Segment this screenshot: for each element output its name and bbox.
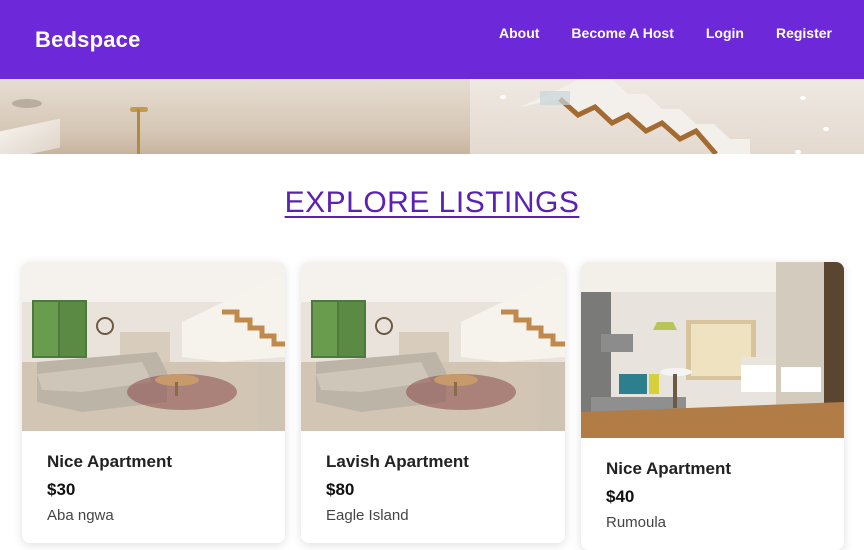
listing-location: Aba ngwa [47, 507, 114, 524]
nav-become-host-link[interactable]: Become A Host [571, 25, 673, 41]
listing-photo [581, 262, 844, 438]
listing-card[interactable]: Nice Apartment $40 Rumoula [581, 262, 844, 550]
listing-location: Eagle Island [326, 507, 409, 524]
nav-login-link[interactable]: Login [706, 25, 744, 41]
listing-card[interactable]: Lavish Apartment $80 Eagle Island [301, 262, 565, 543]
top-navbar: Bedspace About Become A Host Login Regis… [0, 0, 864, 79]
listing-price: $80 [326, 480, 355, 499]
explore-listings-heading: EXPLORE LISTINGS [284, 186, 580, 219]
brand-logo[interactable]: Bedspace [35, 27, 141, 53]
nav-links: About Become A Host Login Register [467, 25, 832, 41]
listing-photo [301, 262, 565, 431]
nav-register-link[interactable]: Register [776, 25, 832, 41]
hero-banner-image [0, 79, 864, 154]
listing-title: Nice Apartment [606, 459, 732, 478]
listing-photo [22, 262, 285, 431]
listing-location: Rumoula [606, 514, 667, 531]
listing-title: Nice Apartment [47, 452, 173, 471]
listing-title: Lavish Apartment [326, 452, 469, 471]
listing-price: $40 [606, 487, 635, 506]
listing-card[interactable]: Nice Apartment $30 Aba ngwa [22, 262, 285, 543]
listing-price: $30 [47, 480, 76, 499]
nav-about-link[interactable]: About [499, 25, 539, 41]
